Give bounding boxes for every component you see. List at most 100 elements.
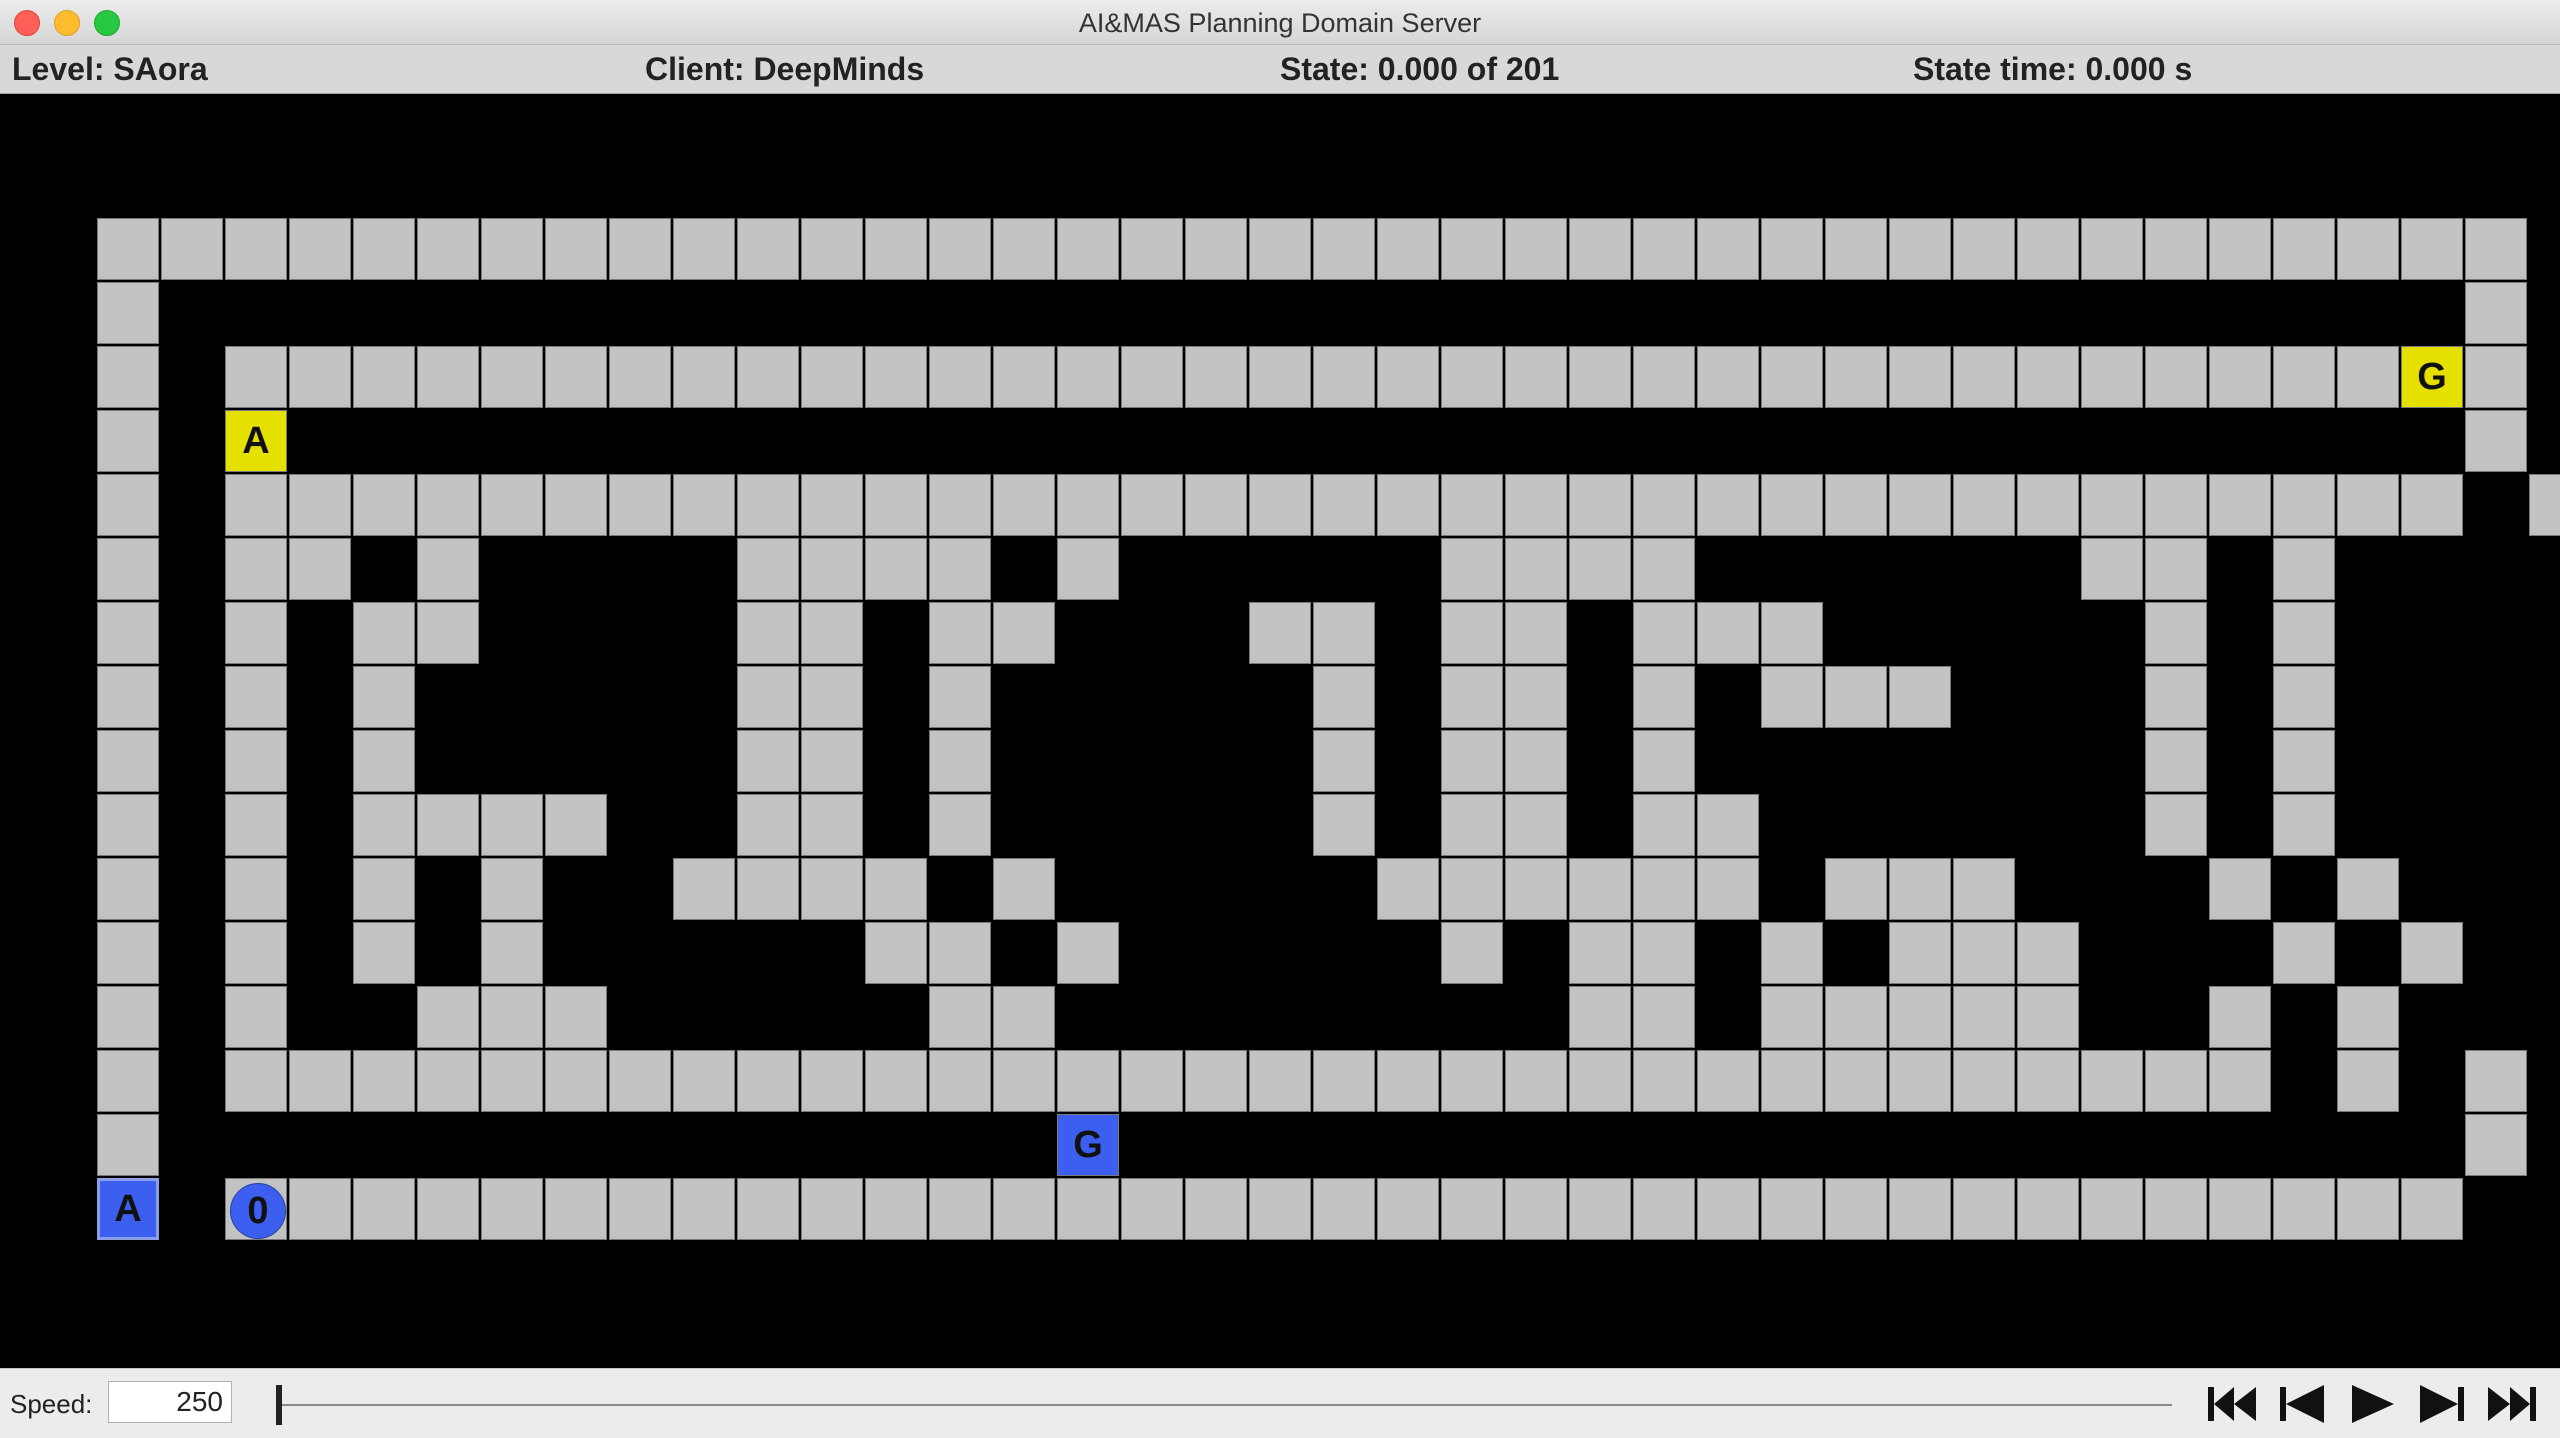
wall-cell bbox=[417, 602, 479, 664]
wall-cell bbox=[993, 1050, 1055, 1112]
wall-cell bbox=[1313, 1178, 1375, 1240]
wall-cell bbox=[1505, 1050, 1567, 1112]
wall-cell bbox=[1825, 1050, 1887, 1112]
wall-cell bbox=[1633, 858, 1695, 920]
wall-cell bbox=[1633, 986, 1695, 1048]
timeline-slider-handle[interactable] bbox=[276, 1385, 282, 1425]
skip-to-end-icon[interactable] bbox=[2484, 1381, 2540, 1427]
wall-cell bbox=[1441, 218, 1503, 280]
wall-cell bbox=[2209, 474, 2271, 536]
wall-cell bbox=[1313, 602, 1375, 664]
wall-cell bbox=[225, 730, 287, 792]
app-window: AI&MAS Planning Domain Server Level: SAo… bbox=[0, 0, 2560, 1438]
wall-cell bbox=[1441, 1178, 1503, 1240]
wall-cell bbox=[1633, 794, 1695, 856]
wall-cell bbox=[1441, 474, 1503, 536]
speed-label: Speed: bbox=[10, 1389, 93, 1419]
wall-cell bbox=[1633, 346, 1695, 408]
wall-cell bbox=[1313, 794, 1375, 856]
wall-cell bbox=[1121, 1050, 1183, 1112]
wall-cell bbox=[2465, 346, 2527, 408]
timeline-slider[interactable] bbox=[276, 1404, 2172, 1406]
wall-cell bbox=[545, 794, 607, 856]
wall-cell bbox=[801, 858, 863, 920]
wall-cell bbox=[289, 346, 351, 408]
wall-cell bbox=[97, 538, 159, 600]
wall-cell bbox=[737, 666, 799, 728]
wall-cell bbox=[97, 986, 159, 1048]
wall-cell bbox=[2465, 1114, 2527, 1176]
wall-cell bbox=[2401, 922, 2463, 984]
wall-cell bbox=[993, 986, 1055, 1048]
blue-box-A: A bbox=[97, 1178, 159, 1240]
wall-cell bbox=[1825, 666, 1887, 728]
wall-cell bbox=[161, 218, 223, 280]
wall-cell bbox=[2529, 474, 2560, 536]
wall-cell bbox=[1633, 922, 1695, 984]
wall-cell bbox=[481, 986, 543, 1048]
wall-cell bbox=[1633, 666, 1695, 728]
wall-cell bbox=[1633, 474, 1695, 536]
wall-cell bbox=[1441, 1050, 1503, 1112]
wall-cell bbox=[481, 1178, 543, 1240]
wall-cell bbox=[1953, 218, 2015, 280]
wall-cell bbox=[97, 410, 159, 472]
wall-cell bbox=[865, 858, 927, 920]
wall-cell bbox=[97, 474, 159, 536]
wall-cell bbox=[1889, 922, 1951, 984]
wall-cell bbox=[1441, 858, 1503, 920]
step-back-icon[interactable] bbox=[2274, 1381, 2330, 1427]
wall-cell bbox=[2337, 986, 2399, 1048]
wall-cell bbox=[2337, 218, 2399, 280]
wall-cell bbox=[225, 218, 287, 280]
wall-cell bbox=[225, 538, 287, 600]
step-forward-icon[interactable] bbox=[2414, 1381, 2470, 1427]
wall-cell bbox=[737, 474, 799, 536]
wall-cell bbox=[2401, 218, 2463, 280]
wall-cell bbox=[1761, 666, 1823, 728]
wall-cell bbox=[353, 1178, 415, 1240]
skip-to-start-icon[interactable] bbox=[2204, 1381, 2260, 1427]
wall-cell bbox=[1825, 986, 1887, 1048]
wall-cell bbox=[673, 1050, 735, 1112]
wall-cell bbox=[929, 730, 991, 792]
wall-cell bbox=[1633, 1050, 1695, 1112]
wall-cell bbox=[609, 474, 671, 536]
wall-cell bbox=[1505, 794, 1567, 856]
wall-cell bbox=[1633, 1178, 1695, 1240]
wall-cell bbox=[1569, 922, 1631, 984]
wall-cell bbox=[865, 922, 927, 984]
wall-cell bbox=[1697, 602, 1759, 664]
wall-cell bbox=[2145, 1050, 2207, 1112]
state-counter: State: 0.000 of 201 bbox=[1280, 51, 1560, 87]
wall-cell bbox=[545, 474, 607, 536]
wall-cell bbox=[1697, 218, 1759, 280]
wall-cell bbox=[1569, 218, 1631, 280]
wall-cell bbox=[2401, 1178, 2463, 1240]
wall-cell bbox=[353, 1050, 415, 1112]
wall-cell bbox=[1185, 1178, 1247, 1240]
wall-cell bbox=[97, 602, 159, 664]
wall-cell bbox=[1505, 538, 1567, 600]
wall-cell bbox=[417, 474, 479, 536]
wall-cell bbox=[225, 986, 287, 1048]
wall-cell bbox=[2081, 1178, 2143, 1240]
wall-cell bbox=[1313, 474, 1375, 536]
wall-cell bbox=[225, 794, 287, 856]
wall-cell bbox=[1185, 218, 1247, 280]
agent-0: 0 bbox=[230, 1183, 286, 1239]
wall-cell bbox=[1377, 218, 1439, 280]
wall-cell bbox=[609, 1050, 671, 1112]
wall-cell bbox=[353, 218, 415, 280]
wall-cell bbox=[1569, 858, 1631, 920]
wall-cell bbox=[609, 1178, 671, 1240]
wall-cell bbox=[2017, 474, 2079, 536]
wall-cell bbox=[929, 346, 991, 408]
play-icon[interactable] bbox=[2344, 1381, 2400, 1427]
wall-cell bbox=[1505, 474, 1567, 536]
wall-cell bbox=[1953, 1178, 2015, 1240]
wall-cell bbox=[737, 1178, 799, 1240]
speed-input[interactable] bbox=[108, 1381, 232, 1423]
wall-cell bbox=[1889, 1178, 1951, 1240]
wall-cell bbox=[1761, 1050, 1823, 1112]
